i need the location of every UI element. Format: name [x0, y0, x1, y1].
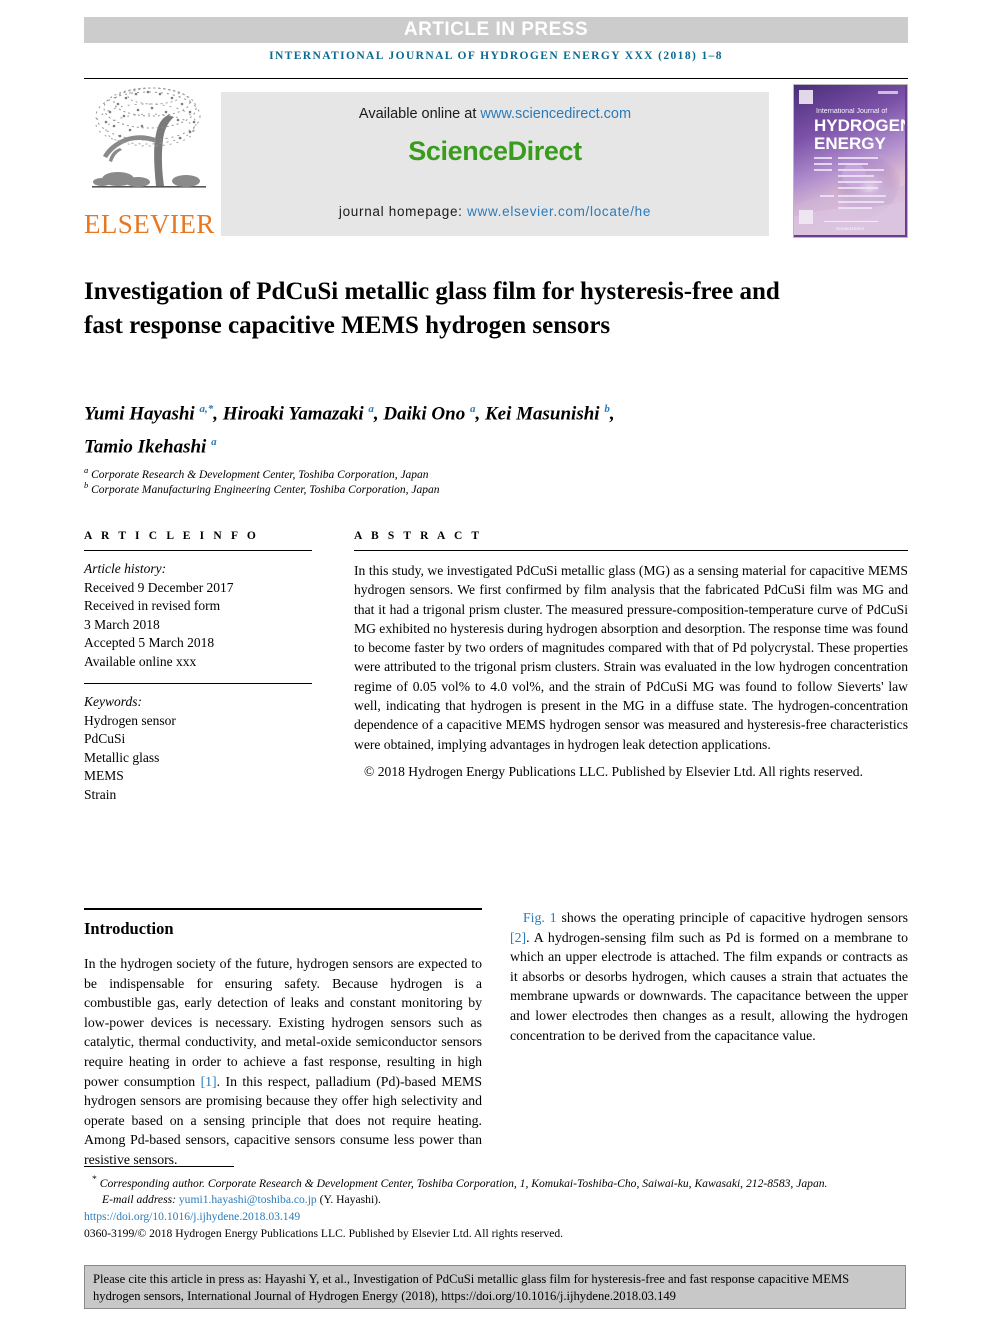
- sciencedirect-panel: Available online at www.sciencedirect.co…: [221, 92, 769, 236]
- author-sep-1: , Hiroaki Yamazaki: [213, 403, 369, 425]
- journal-front-page: ARTICLE IN PRESS INTERNATIONAL JOURNAL O…: [0, 0, 992, 1323]
- svg-text:International Journal of: International Journal of: [816, 108, 887, 115]
- intro-p1-part-a: In the hydrogen society of the future, h…: [84, 956, 482, 1089]
- intro-p2-part-b: . A hydrogen-sensing film such as Pd is …: [510, 929, 908, 1043]
- elsevier-logo: ELSEVIER: [84, 84, 215, 240]
- introduction-rule: [84, 908, 482, 910]
- issn-copyright-line: 0360-3199/© 2018 Hydrogen Energy Publica…: [84, 1227, 564, 1241]
- article-info-column: A R T I C L E I N F O Article history: R…: [84, 530, 312, 804]
- footnote-rule: [84, 1166, 234, 1167]
- abstract-text: In this study, we investigated PdCuSi me…: [354, 563, 908, 752]
- footnotes-block: * Corresponding author. Corporate Resear…: [84, 1172, 908, 1242]
- intro-p2-part-a: shows the operating principle of capacit…: [556, 910, 909, 925]
- corresponding-author-note: * Corresponding author. Corporate Resear…: [84, 1172, 908, 1191]
- citation-ref-2[interactable]: [2]: [510, 930, 526, 945]
- corresponding-author-text: Corresponding author. Corporate Research…: [96, 1176, 828, 1190]
- keyword-item: PdCuSi: [84, 731, 126, 746]
- available-online-prefix: Available online at: [358, 106, 481, 122]
- introduction-heading: Introduction: [84, 919, 174, 938]
- article-history-item: Received in revised form: [84, 598, 221, 613]
- introduction-paragraph-1: In the hydrogen society of the future, h…: [84, 954, 482, 1170]
- abstract-copyright: © 2018 Hydrogen Energy Publications LLC.…: [364, 763, 864, 779]
- affiliation-b: b Corporate Manufacturing Engineering Ce…: [84, 478, 784, 498]
- email-label: E-mail address:: [102, 1193, 179, 1207]
- cite-this-article-text: Please cite this article in press as: Ha…: [93, 1272, 850, 1303]
- article-in-press-label: ARTICLE IN PRESS: [403, 19, 589, 40]
- keyword-item: Strain: [84, 786, 117, 802]
- svg-text:ScienceDirect: ScienceDirect: [836, 227, 865, 232]
- author-sep-4: ,: [609, 403, 615, 425]
- keywords-label: Keywords:: [84, 694, 142, 709]
- svg-text:ENERGY: ENERGY: [814, 134, 886, 153]
- abstract-column: A B S T R A C T In this study, we invest…: [354, 530, 908, 781]
- author-list: Yumi Hayashi a,*, Hiroaki Yamazaki a , Da…: [84, 395, 784, 462]
- sciencedirect-wordmark: ScienceDirect: [408, 136, 582, 166]
- figure-ref-1[interactable]: Fig. 1: [523, 910, 557, 925]
- author-5: Tamio Ikehashi: [84, 436, 212, 458]
- abstract-rule: [354, 550, 908, 551]
- author-email-link[interactable]: yumi1.hayashi@toshiba.co.jp: [179, 1193, 317, 1206]
- author-1: Yumi Hayashi: [84, 403, 200, 425]
- doi-link[interactable]: https://doi.org/10.1016/j.ijhydene.2018.…: [84, 1210, 300, 1223]
- article-history-label: Article history:: [84, 561, 167, 576]
- svg-text:HYDROGEN: HYDROGEN: [814, 116, 905, 135]
- sciencedirect-url-link[interactable]: www.sciencedirect.com: [480, 106, 631, 122]
- email-suffix: (Y. Hayashi).: [316, 1193, 381, 1207]
- journal-homepage-link[interactable]: www.elsevier.com/locate/he: [467, 204, 651, 219]
- cite-this-article-box: Please cite this article in press as: Ha…: [84, 1265, 906, 1309]
- article-history-block: Article history: Received 9 December 201…: [84, 560, 312, 671]
- article-info-label: A R T I C L E I N F O: [84, 530, 259, 542]
- article-in-press-banner: ARTICLE IN PRESS: [84, 17, 908, 43]
- article-history-item: Accepted 5 March 2018: [84, 635, 215, 650]
- elsevier-wordmark: ELSEVIER: [84, 209, 215, 239]
- introduction-paragraph-2: Fig. 1 shows the operating principle of …: [510, 908, 908, 1045]
- elsevier-tree-icon: [90, 86, 208, 204]
- page-title: Investigation of PdCuSi metallic glass f…: [84, 277, 780, 339]
- keywords-block: Keywords: Hydrogen sensor PdCuSi Metalli…: [84, 693, 312, 804]
- citation-ref-1[interactable]: [1]: [201, 1074, 217, 1089]
- keyword-item: Hydrogen sensor: [84, 712, 176, 728]
- available-online-line: Available online at www.sciencedirect.co…: [359, 106, 631, 122]
- journal-homepage-prefix: journal homepage:: [338, 204, 468, 219]
- journal-running-head: INTERNATIONAL JOURNAL OF HYDROGEN ENERGY…: [269, 50, 723, 62]
- article-info-rule: [84, 550, 312, 551]
- author-1-affil-marker[interactable]: a,*: [199, 403, 213, 415]
- article-history-item: Received 9 December 2017: [84, 579, 234, 595]
- journal-homepage-line: journal homepage: www.elsevier.com/locat…: [339, 204, 651, 219]
- article-history-item: Available online xxx: [84, 653, 197, 669]
- keyword-item: Metallic glass: [84, 749, 160, 765]
- masthead-top-rule: [84, 78, 908, 79]
- body-column-right: Fig. 1 shows the operating principle of …: [510, 908, 908, 1045]
- author-5-affil-marker[interactable]: a: [211, 436, 217, 448]
- author-sep-2: , Daiki Ono: [373, 403, 470, 425]
- body-column-left: Introduction In the hydrogen society of …: [84, 918, 482, 1170]
- author-sep-3: , Kei Masunishi: [475, 403, 605, 425]
- journal-cover-thumbnail: International Journal of HYDROGEN ENERGY…: [793, 84, 908, 238]
- article-history-item: 3 March 2018: [84, 616, 160, 632]
- doi-line: https://doi.org/10.1016/j.ijhydene.2018.…: [84, 1209, 908, 1225]
- email-note: E-mail address: yumi1.hayashi@toshiba.co…: [84, 1192, 908, 1208]
- keywords-divider: [84, 683, 312, 684]
- masthead: ELSEVIER Available online at www.science…: [84, 84, 908, 242]
- abstract-label: A B S T R A C T: [354, 530, 483, 542]
- keyword-item: MEMS: [84, 768, 124, 783]
- affiliation-b-text: Corporate Manufacturing Engineering Cent…: [88, 483, 440, 496]
